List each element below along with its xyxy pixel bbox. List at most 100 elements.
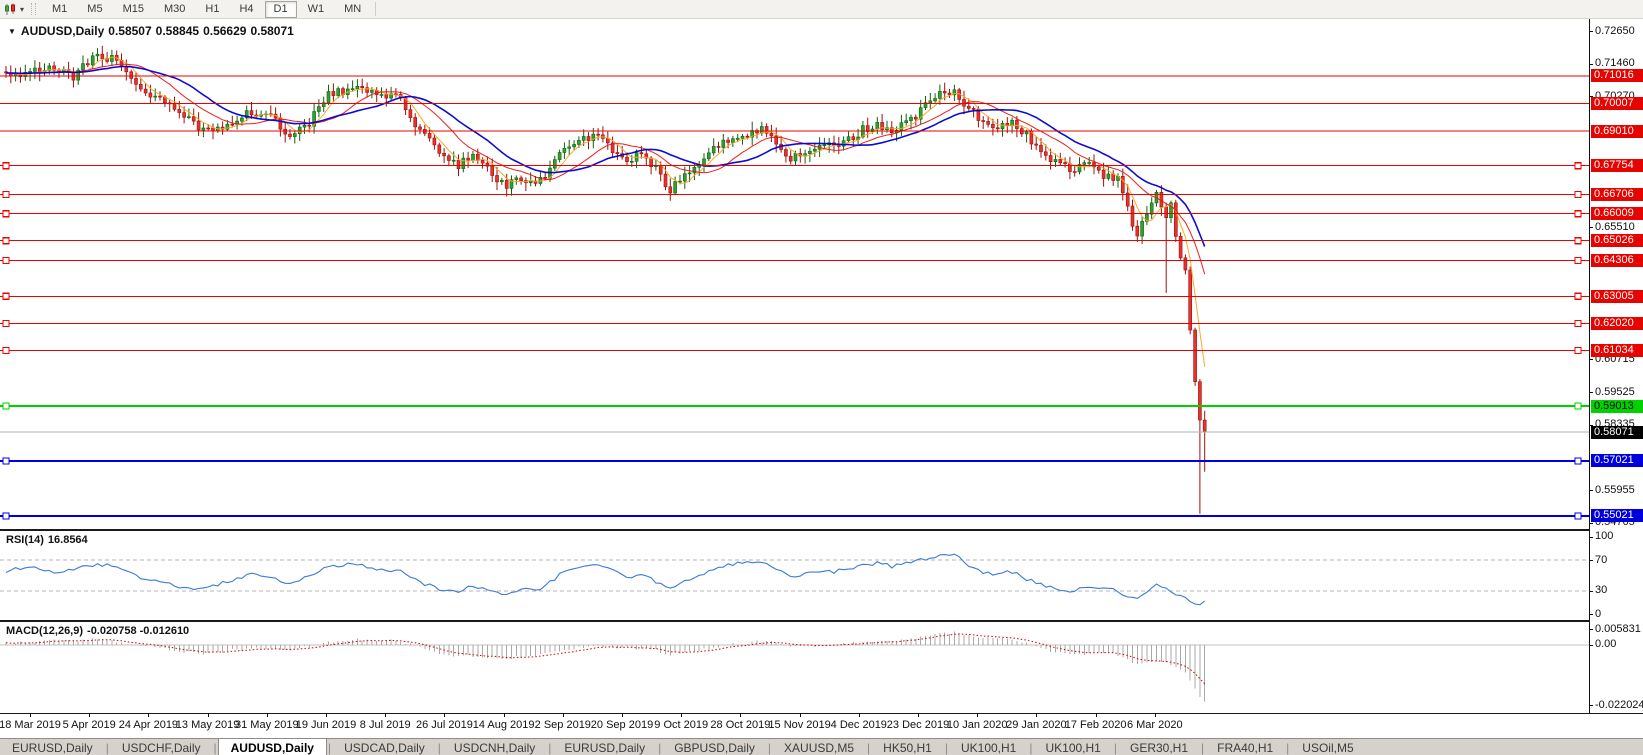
- axis-tick: [1590, 591, 1593, 592]
- rsi-value: 16.8564: [48, 534, 88, 546]
- date-label: 26 Jul 2019: [416, 719, 473, 731]
- date-label: 20 Sep 2019: [591, 719, 653, 731]
- chart-tab-usoil-m5[interactable]: USOil,M5: [1290, 739, 1365, 755]
- macd-canvas[interactable]: [0, 622, 1589, 713]
- date-label: 14 Aug 2019: [473, 719, 535, 731]
- level-price-label-red[interactable]: 0.64306: [1591, 254, 1643, 267]
- chart-cursor-tool-button[interactable]: ▾: [0, 1, 27, 17]
- chart-menu-triangle-icon[interactable]: ▼: [8, 27, 16, 36]
- rsi-macd-divider[interactable]: [0, 620, 1643, 622]
- date-axis[interactable]: 18 Mar 20195 Apr 201924 Apr 201913 May 2…: [0, 713, 1643, 738]
- level-price-label-red[interactable]: 0.70007: [1591, 97, 1643, 110]
- axis-tick: [1590, 705, 1593, 706]
- date-label: 13 May 2019: [176, 719, 240, 731]
- ohlc-high: 0.58845: [156, 24, 199, 38]
- level-price-label-red[interactable]: 0.66706: [1591, 188, 1643, 201]
- rsi-tick-label: 70: [1595, 554, 1607, 567]
- timeframe-button-m1[interactable]: M1: [43, 1, 76, 18]
- toolbar-separator: [375, 2, 376, 16]
- ohlc-low: 0.56629: [203, 24, 246, 38]
- macd-tick-label: 0.00: [1595, 638, 1616, 651]
- level-price-label-blue[interactable]: 0.55021: [1591, 509, 1643, 522]
- chart-tab-usdcad-daily[interactable]: USDCAD,Daily: [332, 739, 437, 755]
- macd-label-row: MACD(12,26,9) -0.020758 -0.012610: [6, 625, 193, 637]
- chart-tab-uk100-h1[interactable]: UK100,H1: [1033, 739, 1112, 755]
- axis-tick: [1590, 629, 1593, 630]
- macd-label: MACD(12,26,9): [6, 625, 83, 637]
- rsi-indicator-panel[interactable]: [0, 531, 1589, 620]
- axis-tick: [1590, 560, 1593, 561]
- chart-tab-bar: EURUSD,Daily|USDCHF,Daily|AUDUSD,Daily|U…: [0, 738, 1643, 755]
- macd-indicator-panel[interactable]: [0, 622, 1589, 713]
- chart-tab-ger30-h1[interactable]: GER30,H1: [1118, 739, 1200, 755]
- level-price-label-blue[interactable]: 0.57021: [1591, 454, 1643, 467]
- rsi-label-row: RSI(14) 16.8564: [6, 534, 92, 546]
- macd-values: -0.020758 -0.012610: [87, 625, 189, 637]
- level-price-label-red[interactable]: 0.62020: [1591, 317, 1643, 330]
- main-rsi-divider[interactable]: [0, 529, 1643, 531]
- price-tick-label: 0.55955: [1595, 484, 1635, 497]
- date-label: 19 Jun 2019: [296, 719, 357, 731]
- date-label: 15 Nov 2019: [768, 719, 830, 731]
- timeframe-button-d1[interactable]: D1: [265, 1, 297, 18]
- chart-tab-usdcnh-daily[interactable]: USDCNH,Daily: [442, 739, 547, 755]
- timeframe-button-m30[interactable]: M30: [155, 1, 194, 18]
- axis-tick: [1590, 227, 1593, 228]
- level-price-label-red[interactable]: 0.65026: [1591, 234, 1643, 247]
- axis-tick: [1590, 490, 1593, 491]
- level-price-label-red[interactable]: 0.71016: [1591, 69, 1643, 82]
- chart-tab-fra40-h1[interactable]: FRA40,H1: [1205, 739, 1285, 755]
- timeframe-button-m15[interactable]: M15: [114, 1, 153, 18]
- axis-tick: [1590, 359, 1593, 360]
- axis-tick: [1590, 614, 1593, 615]
- axis-tick: [1590, 31, 1593, 32]
- toolbar-grip-handle[interactable]: [31, 3, 36, 15]
- date-label: 2 Sep 2019: [535, 719, 591, 731]
- axis-tick: [1590, 523, 1593, 524]
- timeframe-button-w1[interactable]: W1: [299, 1, 334, 18]
- date-label: 10 Jan 2020: [947, 719, 1008, 731]
- main-price-chart-panel[interactable]: [0, 18, 1589, 529]
- price-tick-label: 0.65510: [1595, 221, 1635, 234]
- chart-tab-gbpusd-daily[interactable]: GBPUSD,Daily: [662, 739, 767, 755]
- chart-tab-eurusd-daily[interactable]: EURUSD,Daily: [552, 739, 657, 755]
- main-chart-canvas[interactable]: [0, 18, 1589, 529]
- date-label: 5 Apr 2019: [63, 719, 116, 731]
- timeframe-button-h1[interactable]: H1: [196, 1, 228, 18]
- chart-tab-eurusd-daily[interactable]: EURUSD,Daily: [0, 739, 105, 755]
- price-tick-label: 0.72650: [1595, 25, 1635, 38]
- chart-tab-hk50-h1[interactable]: HK50,H1: [871, 739, 944, 755]
- rsi-canvas[interactable]: [0, 531, 1589, 620]
- timeframe-button-m5[interactable]: M5: [78, 1, 111, 18]
- level-price-label-green[interactable]: 0.59013: [1591, 400, 1643, 413]
- rsi-tick-label: 30: [1595, 584, 1607, 597]
- timeframe-button-mn[interactable]: MN: [335, 1, 370, 18]
- chart-symbol-label: AUDUSD,Daily: [21, 24, 104, 38]
- level-price-label-red[interactable]: 0.66009: [1591, 207, 1643, 220]
- price-axis[interactable]: 0.726500.714600.702700.655100.607150.595…: [1590, 18, 1643, 713]
- date-label: 9 Oct 2019: [654, 719, 708, 731]
- chart-tab-xauusd-m5[interactable]: XAUUSD,M5: [772, 739, 866, 755]
- date-label: 4 Dec 2019: [831, 719, 887, 731]
- axis-tick: [1590, 645, 1593, 646]
- chart-tab-uk100-h1[interactable]: UK100,H1: [949, 739, 1028, 755]
- date-label: 24 Apr 2019: [119, 719, 178, 731]
- timeframe-button-h4[interactable]: H4: [230, 1, 262, 18]
- candlestick-chart-icon: [4, 3, 18, 16]
- level-price-label-red[interactable]: 0.69010: [1591, 125, 1643, 138]
- axis-tick: [1590, 392, 1593, 393]
- macd-date-divider: [0, 713, 1643, 714]
- ohlc-open: 0.58507: [108, 24, 151, 38]
- date-label: 31 May 2019: [235, 719, 299, 731]
- rsi-tick-label: 0: [1595, 608, 1601, 621]
- level-price-label-red[interactable]: 0.63005: [1591, 290, 1643, 303]
- level-price-label-red[interactable]: 0.67754: [1591, 159, 1643, 172]
- rsi-label: RSI(14): [6, 534, 44, 546]
- rsi-tick-label: 100: [1595, 530, 1613, 543]
- level-price-label-red[interactable]: 0.61034: [1591, 344, 1643, 357]
- macd-tick-label: 0.005831: [1595, 623, 1641, 636]
- chart-tab-usdchf-daily[interactable]: USDCHF,Daily: [110, 739, 213, 755]
- price-tick-label: 0.59525: [1595, 386, 1635, 399]
- timeframe-toolbar: ▾ M1M5M15M30H1H4D1W1MN: [0, 0, 1643, 19]
- chart-tab-audusd-daily[interactable]: AUDUSD,Daily: [218, 739, 327, 755]
